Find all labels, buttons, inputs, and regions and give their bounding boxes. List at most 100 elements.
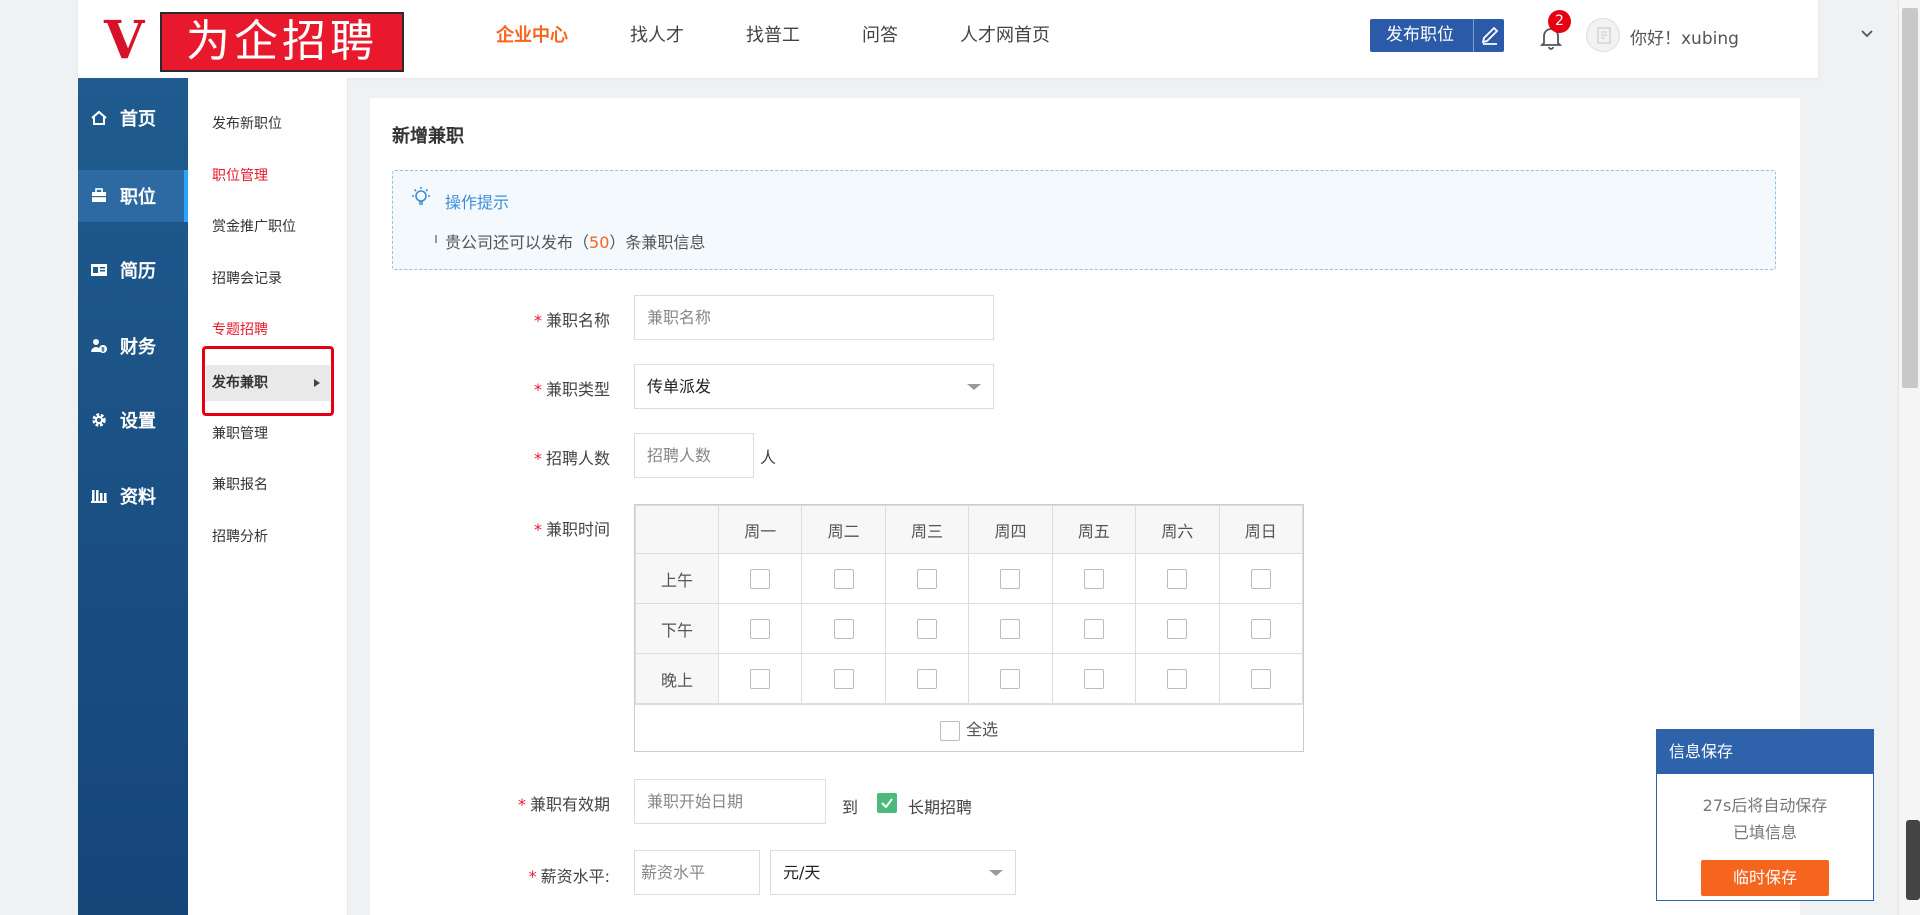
day-header: 周六 xyxy=(1135,505,1220,554)
submenu-bounty-promotion[interactable]: 赏金推广职位 xyxy=(206,209,330,245)
temp-save-button[interactable]: 临时保存 xyxy=(1701,860,1829,896)
sidebar-item-label: 资料 xyxy=(120,487,156,508)
building-icon xyxy=(91,490,107,503)
schedule-checkbox[interactable] xyxy=(1167,618,1188,639)
day-header: 周二 xyxy=(801,505,886,554)
schedule-checkbox[interactable] xyxy=(1250,618,1271,639)
schedule-checkbox[interactable] xyxy=(833,668,854,689)
bullet-dot xyxy=(435,235,437,243)
publish-job-label: 发布职位 xyxy=(1386,25,1454,45)
sidebar-item-profile[interactable]: 资料 xyxy=(78,470,188,522)
salary-input[interactable] xyxy=(634,850,760,895)
submenu-parttime-signups[interactable]: 兼职报名 xyxy=(206,467,330,503)
id-card-icon xyxy=(91,264,107,276)
day-header: 周五 xyxy=(1051,505,1137,554)
avatar[interactable] xyxy=(1586,18,1620,52)
chevron-down-icon[interactable] xyxy=(1860,26,1874,40)
schedule-checkbox[interactable] xyxy=(917,568,938,589)
logo-v[interactable]: V xyxy=(104,12,148,70)
schedule-checkbox[interactable] xyxy=(1250,668,1271,689)
top-nav: 企业中心 找人才 找普工 问答 人才网首页 xyxy=(496,0,1112,72)
submenu-job-fair-records[interactable]: 招聘会记录 xyxy=(206,261,330,297)
headcount-unit: 人 xyxy=(760,448,777,467)
page-title: 新增兼职 xyxy=(392,126,464,147)
salary-unit-select[interactable]: 元/天 xyxy=(770,850,1016,895)
period-header: 上午 xyxy=(635,553,719,604)
job-submenu: 发布新职位 职位管理 赏金推广职位 招聘会记录 专题招聘 发布兼职 兼职管理 兼… xyxy=(188,78,348,915)
submenu-recruitment-analysis[interactable]: 招聘分析 xyxy=(206,519,330,555)
sidebar-item-finance[interactable]: 财务 xyxy=(78,320,188,372)
side-widget[interactable] xyxy=(1906,820,1920,900)
schedule-checkbox[interactable] xyxy=(1000,568,1021,589)
sidebar-item-label: 职位 xyxy=(120,187,156,208)
sidebar-item-settings[interactable]: 设置 xyxy=(78,394,188,446)
submenu-special-recruitment[interactable]: 专题招聘 xyxy=(206,312,330,348)
schedule-checkbox[interactable] xyxy=(750,568,771,589)
tip-suffix: ）条兼职信息 xyxy=(609,233,706,252)
schedule-checkbox[interactable] xyxy=(750,618,771,639)
schedule-checkbox[interactable] xyxy=(1000,668,1021,689)
to-label: 到 xyxy=(842,798,859,817)
schedule-checkbox[interactable] xyxy=(917,668,938,689)
main-panel: 新增兼职 操作提示 贵公司还可以发布（50）条兼职信息 *兼职名称 *兼职类型 … xyxy=(370,98,1800,915)
schedule-checkbox[interactable] xyxy=(1083,618,1104,639)
name-label: * 兼职名称 xyxy=(533,311,610,330)
nav-enterprise-center[interactable]: 企业中心 xyxy=(496,0,568,72)
caret-down-icon xyxy=(989,870,1003,876)
nav-find-talent[interactable]: 找人才 xyxy=(630,0,684,72)
select-all-checkbox[interactable] xyxy=(939,720,960,741)
selected-salary-unit: 元/天 xyxy=(783,863,821,882)
logo[interactable]: 为企招聘 xyxy=(160,12,404,72)
submenu-publish-job[interactable]: 发布新职位 xyxy=(206,106,330,142)
publish-job-button[interactable]: 发布职位 xyxy=(1370,19,1504,52)
sidebar-item-label: 财务 xyxy=(120,337,156,358)
day-header: 周三 xyxy=(884,505,970,554)
sidebar-item-jobs[interactable]: 职位 xyxy=(78,170,188,222)
table-row: 上午 xyxy=(635,553,1304,604)
tip-prefix: 贵公司还可以发布（ xyxy=(445,233,590,252)
day-header: 周日 xyxy=(1218,505,1304,554)
schedule-checkbox[interactable] xyxy=(1167,568,1188,589)
finance-icon xyxy=(91,339,107,353)
page-scrollbar[interactable] xyxy=(1898,0,1920,915)
nav-home[interactable]: 人才网首页 xyxy=(960,0,1050,72)
schedule-checkbox[interactable] xyxy=(750,668,771,689)
headcount-input[interactable] xyxy=(634,433,754,478)
schedule-checkbox[interactable] xyxy=(1250,568,1271,589)
schedule-checkbox[interactable] xyxy=(1083,668,1104,689)
parttime-name-input[interactable] xyxy=(634,295,994,340)
schedule-checkbox[interactable] xyxy=(1000,618,1021,639)
schedule-checkbox[interactable] xyxy=(1083,568,1104,589)
user-greeting[interactable]: 你好！xubing xyxy=(1630,24,1739,49)
type-label: * 兼职类型 xyxy=(533,380,610,399)
caret-right-icon xyxy=(314,379,320,387)
table-row: 下午 xyxy=(635,603,1304,654)
parttime-type-select[interactable]: 传单派发 xyxy=(634,364,994,409)
period-header: 晚上 xyxy=(635,653,719,704)
caret-down-icon xyxy=(967,384,981,390)
start-date-input[interactable] xyxy=(634,779,826,824)
submenu-publish-parttime[interactable]: 发布兼职 xyxy=(206,365,330,401)
time-label: * 兼职时间 xyxy=(533,520,610,539)
nav-find-workers[interactable]: 找普工 xyxy=(746,0,800,72)
main-sidebar: 首页 职位 简历 财务 设置 资料 xyxy=(78,78,188,915)
check-icon xyxy=(881,798,893,809)
top-header: V 为企招聘 企业中心 找人才 找普工 问答 人才网首页 发布职位 2 你好！x… xyxy=(78,0,1873,78)
schedule-checkbox[interactable] xyxy=(917,618,938,639)
scrollbar-thumb[interactable] xyxy=(1902,8,1918,388)
sidebar-item-label: 设置 xyxy=(120,411,156,432)
pencil-icon xyxy=(1473,19,1504,52)
sidebar-item-resume[interactable]: 简历 xyxy=(78,244,188,296)
nav-qa[interactable]: 问答 xyxy=(862,0,898,72)
schedule-checkbox[interactable] xyxy=(833,568,854,589)
schedule-checkbox[interactable] xyxy=(1167,668,1188,689)
briefcase-icon xyxy=(92,188,106,202)
save-widget-text: 27s后将自动保存 已填信息 xyxy=(1657,792,1873,846)
sidebar-item-home[interactable]: 首页 xyxy=(78,92,188,144)
submenu-parttime-management[interactable]: 兼职管理 xyxy=(206,416,330,452)
info-save-widget: 信息保存 27s后将自动保存 已填信息 临时保存 xyxy=(1656,729,1874,901)
schedule-checkbox[interactable] xyxy=(833,618,854,639)
submenu-job-management[interactable]: 职位管理 xyxy=(206,158,330,194)
long-term-checkbox[interactable] xyxy=(877,793,897,813)
tip-text: 贵公司还可以发布（50）条兼职信息 xyxy=(435,229,706,253)
